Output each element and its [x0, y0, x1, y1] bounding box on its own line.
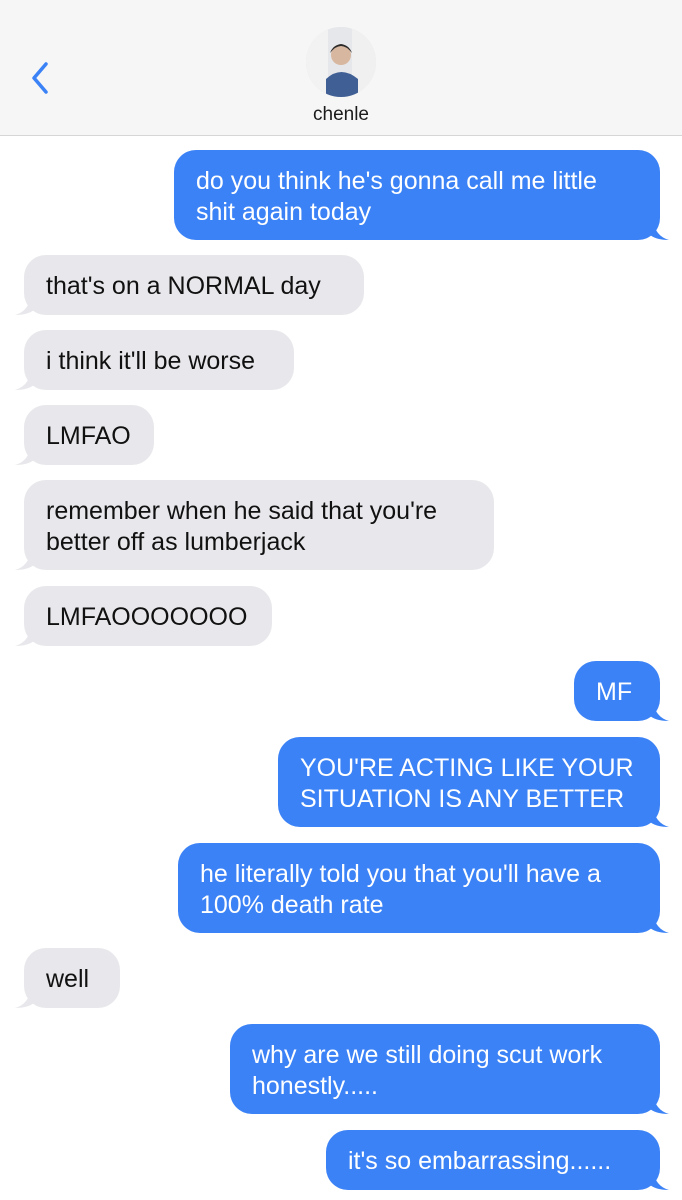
bubble-tail [649, 701, 669, 721]
message-bubble-incoming[interactable]: LMFAOOOOOOO [15, 586, 272, 646]
bubble-tail [15, 445, 35, 465]
bubble-tail [15, 550, 35, 570]
message-text: YOU'RE ACTING LIKE YOUR SITUATION IS ANY… [300, 754, 634, 813]
message-bubble-outgoing[interactable]: it's so embarrassing...... [326, 1130, 669, 1190]
message-bubble-outgoing[interactable]: why are we still doing scut work honestl… [230, 1024, 669, 1114]
message-bubble-incoming[interactable]: well [15, 948, 120, 1008]
bubble-tail [649, 1094, 669, 1114]
bubble-tail [649, 807, 669, 827]
conversation-header: chenle [0, 0, 682, 136]
message-text: i think it'll be worse [46, 347, 256, 375]
message-text: that's on a NORMAL day [46, 272, 321, 300]
message-bubble-incoming[interactable]: that's on a NORMAL day [15, 255, 364, 315]
message-bubble-incoming[interactable]: remember when he said that you're better… [15, 480, 494, 570]
contact-name[interactable]: chenle [0, 104, 682, 126]
message-text: he literally told you that you'll have a… [200, 860, 601, 919]
bubble-tail [15, 626, 35, 646]
message-text: LMFAOOOOOOO [46, 603, 248, 631]
message-bubble-outgoing[interactable]: he literally told you that you'll have a… [178, 843, 669, 933]
bubble-tail [649, 220, 669, 240]
avatar-photo [306, 27, 376, 97]
bubble-tail [15, 295, 35, 315]
message-text: it's so embarrassing...... [348, 1147, 612, 1175]
message-bubble-outgoing[interactable]: MF [574, 661, 669, 721]
bubble-tail [649, 913, 669, 933]
message-text: MF [596, 678, 633, 706]
message-text: do you think he's gonna call me little s… [196, 167, 597, 226]
back-button[interactable] [26, 58, 66, 102]
message-text: why are we still doing scut work honestl… [252, 1041, 603, 1100]
message-bubble-incoming[interactable]: LMFAO [15, 405, 154, 465]
bubble-tail [15, 988, 35, 1008]
message-text: well [46, 965, 90, 993]
message-text: remember when he said that you're better… [46, 497, 438, 556]
chevron-left-icon [32, 62, 48, 94]
message-bubble-outgoing[interactable]: do you think he's gonna call me little s… [174, 150, 669, 240]
message-bubble-incoming[interactable]: i think it'll be worse [15, 330, 294, 390]
message-bubble-outgoing[interactable]: YOU'RE ACTING LIKE YOUR SITUATION IS ANY… [278, 737, 669, 827]
bubble-tail [649, 1170, 669, 1190]
bubble-tail [15, 370, 35, 390]
message-text: LMFAO [46, 422, 131, 450]
contact-avatar[interactable] [306, 27, 376, 97]
